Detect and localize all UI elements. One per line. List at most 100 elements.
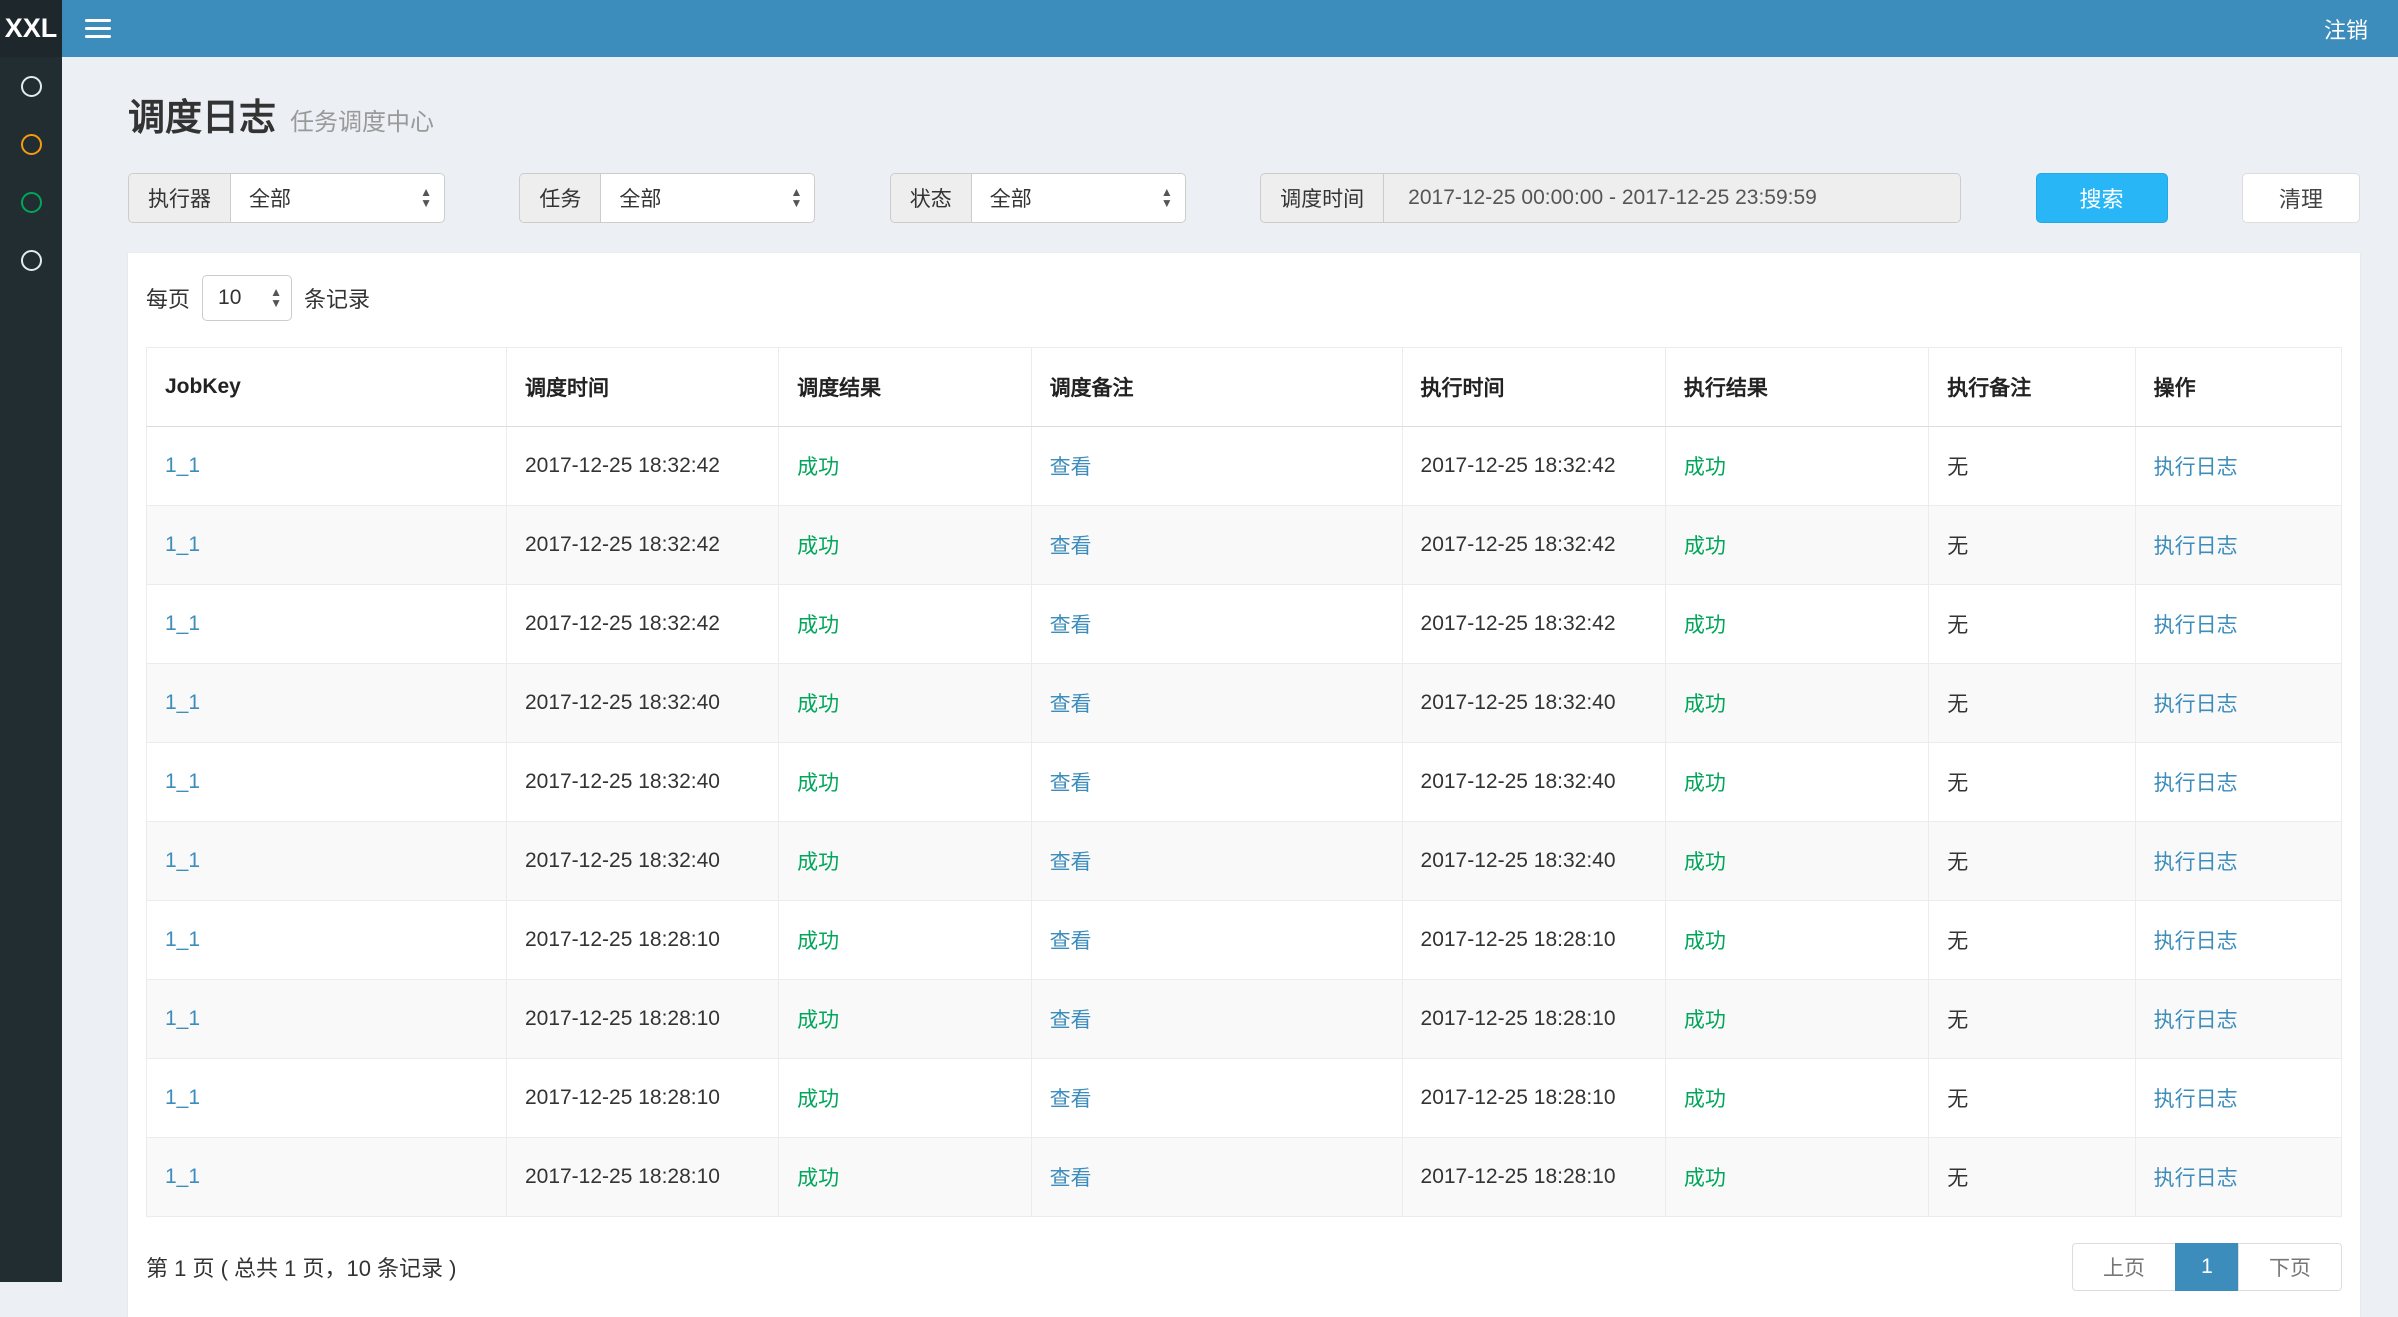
exec-log-link[interactable]: 执行日志 (2154, 456, 2238, 479)
executor-select[interactable]: 全部 ▲▼ (230, 173, 445, 223)
handle-result-cell: 成功 (1665, 901, 1928, 980)
search-button[interactable]: 搜索 (2036, 173, 2168, 223)
clear-button[interactable]: 清理 (2242, 173, 2360, 223)
action-cell: 执行日志 (2135, 585, 2341, 664)
page-size-suffix: 条记录 (304, 282, 370, 314)
executor-select-value: 全部 (249, 183, 291, 213)
table-row: 1_1 2017-12-25 18:28:10 成功 查看 2017-12-25… (147, 1138, 2342, 1217)
trigger-result-text: 成功 (797, 1088, 839, 1111)
jobkey-link[interactable]: 1_1 (165, 454, 200, 477)
table-footer: 第 1 页 ( 总共 1 页，10 条记录 ) 上页 1 下页 (146, 1243, 2342, 1291)
page-1-button[interactable]: 1 (2175, 1243, 2239, 1291)
jobkey-cell: 1_1 (147, 980, 507, 1059)
prev-page-button[interactable]: 上页 (2072, 1243, 2176, 1291)
jobkey-cell: 1_1 (147, 585, 507, 664)
handle-msg-cell: 无 (1929, 506, 2135, 585)
jobkey-link[interactable]: 1_1 (165, 849, 200, 872)
log-table: JobKey 调度时间 调度结果 调度备注 执行时间 执行结果 执行备注 操作 (146, 347, 2342, 1217)
table-row: 1_1 2017-12-25 18:32:40 成功 查看 2017-12-25… (147, 822, 2342, 901)
jobkey-link[interactable]: 1_1 (165, 612, 200, 635)
trigger-time-cell: 2017-12-25 18:28:10 (506, 901, 778, 980)
log-table-body: 1_1 2017-12-25 18:32:42 成功 查看 2017-12-25… (147, 427, 2342, 1217)
page-size-value: 10 (218, 286, 241, 310)
exec-log-link[interactable]: 执行日志 (2154, 693, 2238, 716)
handle-result-text: 成功 (1684, 614, 1726, 637)
sidebar-item-executor-manage[interactable] (0, 231, 62, 289)
jobkey-cell: 1_1 (147, 1059, 507, 1138)
jobkey-link[interactable]: 1_1 (165, 1007, 200, 1030)
job-select[interactable]: 全部 ▲▼ (600, 173, 815, 223)
exec-log-link[interactable]: 执行日志 (2154, 772, 2238, 795)
handle-result-cell: 成功 (1665, 506, 1928, 585)
jobkey-link[interactable]: 1_1 (165, 770, 200, 793)
exec-log-link[interactable]: 执行日志 (2154, 1167, 2238, 1190)
jobkey-link[interactable]: 1_1 (165, 533, 200, 556)
logout-link[interactable]: 注销 (2294, 0, 2398, 57)
trigger-msg-view-link[interactable]: 查看 (1050, 456, 1092, 479)
trigger-msg-view-link[interactable]: 查看 (1050, 1009, 1092, 1032)
trigger-result-cell: 成功 (779, 822, 1031, 901)
handle-time-cell: 2017-12-25 18:28:10 (1402, 1138, 1665, 1217)
jobkey-link[interactable]: 1_1 (165, 1086, 200, 1109)
trigger-msg-view-link[interactable]: 查看 (1050, 1167, 1092, 1190)
trigger-msg-view-link[interactable]: 查看 (1050, 930, 1092, 953)
trigger-msg-view-link[interactable]: 查看 (1050, 693, 1092, 716)
sidebar-item-dashboard[interactable] (0, 57, 62, 115)
jobkey-cell: 1_1 (147, 901, 507, 980)
sidebar-item-job-log[interactable] (0, 173, 62, 231)
jobkey-cell: 1_1 (147, 822, 507, 901)
page-size-select[interactable]: 10 ▲▼ (202, 275, 292, 321)
handle-time-cell: 2017-12-25 18:32:42 (1402, 585, 1665, 664)
trigger-msg-view-link[interactable]: 查看 (1050, 851, 1092, 874)
status-select[interactable]: 全部 ▲▼ (971, 173, 1186, 223)
executor-filter-label: 执行器 (128, 173, 230, 223)
select-arrows-icon: ▲▼ (420, 187, 432, 209)
exec-log-link[interactable]: 执行日志 (2154, 1088, 2238, 1111)
jobkey-cell: 1_1 (147, 427, 507, 506)
exec-log-link[interactable]: 执行日志 (2154, 614, 2238, 637)
page-size-control: 每页 10 ▲▼ 条记录 (146, 275, 2342, 321)
sidebar (0, 57, 62, 1282)
trigger-time-filter-label: 调度时间 (1260, 173, 1383, 223)
trigger-result-cell: 成功 (779, 901, 1031, 980)
trigger-time-cell: 2017-12-25 18:32:40 (506, 743, 778, 822)
handle-result-text: 成功 (1684, 930, 1726, 953)
action-cell: 执行日志 (2135, 743, 2341, 822)
handle-msg-cell: 无 (1929, 743, 2135, 822)
handle-time-cell: 2017-12-25 18:32:42 (1402, 427, 1665, 506)
jobkey-link[interactable]: 1_1 (165, 1165, 200, 1188)
handle-msg-cell: 无 (1929, 980, 2135, 1059)
trigger-time-cell: 2017-12-25 18:32:40 (506, 822, 778, 901)
sidebar-toggle-icon[interactable] (62, 0, 134, 57)
trigger-time-range-input[interactable] (1383, 173, 1961, 223)
trigger-result-cell: 成功 (779, 506, 1031, 585)
column-header: 执行结果 (1665, 348, 1928, 427)
app-logo[interactable]: XXL (0, 0, 62, 57)
navbar-spacer (134, 0, 2294, 57)
jobkey-link[interactable]: 1_1 (165, 691, 200, 714)
exec-log-link[interactable]: 执行日志 (2154, 851, 2238, 874)
jobkey-cell: 1_1 (147, 1138, 507, 1217)
exec-log-link[interactable]: 执行日志 (2154, 535, 2238, 558)
trigger-result-text: 成功 (797, 693, 839, 716)
action-cell: 执行日志 (2135, 980, 2341, 1059)
trigger-msg-view-link[interactable]: 查看 (1050, 1088, 1092, 1111)
sidebar-item-job-manage[interactable] (0, 115, 62, 173)
trigger-msg-view-link[interactable]: 查看 (1050, 614, 1092, 637)
trigger-result-text: 成功 (797, 930, 839, 953)
top-navbar: XXL 注销 (0, 0, 2398, 57)
trigger-msg-cell: 查看 (1031, 822, 1402, 901)
exec-log-link[interactable]: 执行日志 (2154, 930, 2238, 953)
jobkey-link[interactable]: 1_1 (165, 928, 200, 951)
column-header: 操作 (2135, 348, 2341, 427)
page-subtitle: 任务调度中心 (290, 102, 434, 137)
circle-icon (21, 192, 42, 213)
next-page-button[interactable]: 下页 (2238, 1243, 2342, 1291)
exec-log-link[interactable]: 执行日志 (2154, 1009, 2238, 1032)
action-cell: 执行日志 (2135, 822, 2341, 901)
trigger-msg-view-link[interactable]: 查看 (1050, 535, 1092, 558)
table-row: 1_1 2017-12-25 18:32:42 成功 查看 2017-12-25… (147, 585, 2342, 664)
column-header: 调度结果 (779, 348, 1031, 427)
table-row: 1_1 2017-12-25 18:28:10 成功 查看 2017-12-25… (147, 1059, 2342, 1138)
trigger-msg-view-link[interactable]: 查看 (1050, 772, 1092, 795)
